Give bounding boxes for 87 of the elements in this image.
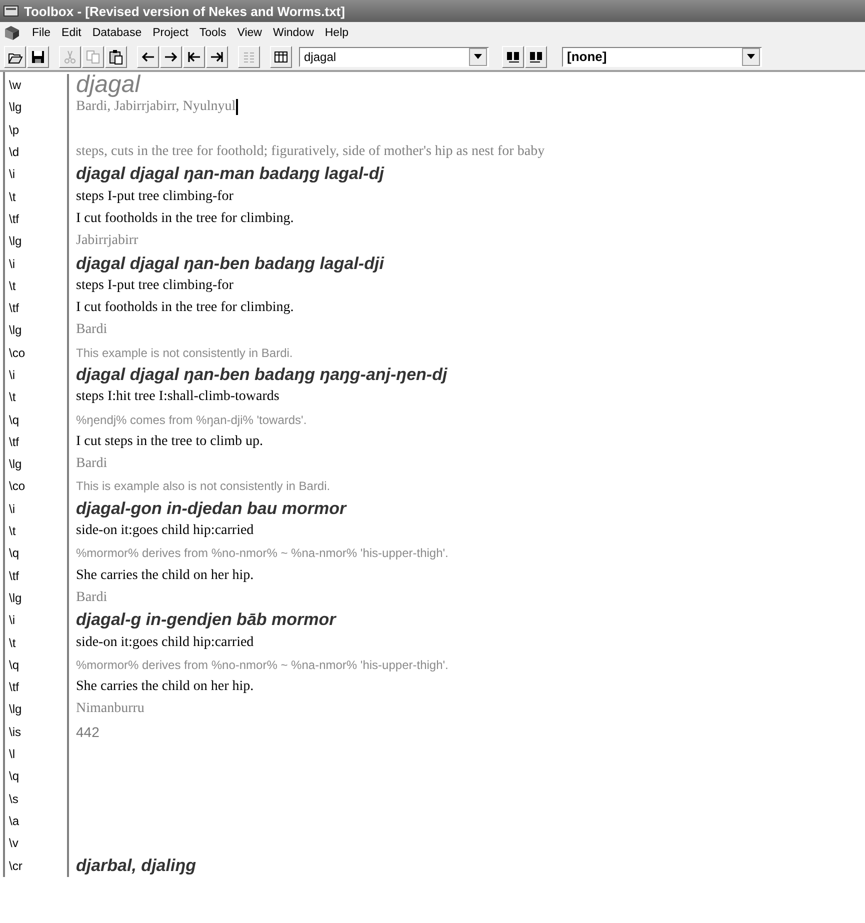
window-title: Toolbox - [Revised version of Nekes and Worms.txt] xyxy=(24,4,345,18)
field-marker: \i xyxy=(8,613,15,628)
field-marker: \a xyxy=(8,814,20,828)
field-text[interactable]: djagal-gon in-djedan bau mormor xyxy=(76,498,346,519)
field-marker: \t xyxy=(8,524,16,538)
field-text[interactable]: djagal djagal ŋan-man badaŋg lagal-dj xyxy=(76,164,384,184)
record-combo[interactable]: djagal xyxy=(299,46,489,66)
field-marker: \lg xyxy=(8,100,22,114)
field-marker: \w xyxy=(8,78,21,92)
field-marker: \cr xyxy=(8,858,22,873)
field-text[interactable]: steps I-put tree climbing-for xyxy=(76,188,234,205)
field-marker: \i xyxy=(8,368,15,382)
field-marker: \q xyxy=(8,658,20,672)
field-text[interactable]: djagal xyxy=(76,71,140,100)
app-icon xyxy=(3,4,19,18)
field-text[interactable]: She carries the child on her hip. xyxy=(76,679,254,696)
field-text[interactable]: She carries the child on her hip. xyxy=(76,568,254,584)
field-marker: \t xyxy=(8,636,16,650)
menu-item[interactable]: Help xyxy=(324,26,349,38)
field-text[interactable]: Jabirrjabirr xyxy=(76,233,138,250)
field-marker: \tf xyxy=(8,434,20,449)
menu-item[interactable]: Project xyxy=(152,26,188,38)
menu-item[interactable]: Window xyxy=(272,26,314,38)
menu-item[interactable]: File xyxy=(32,26,51,38)
menu-item[interactable]: View xyxy=(237,26,262,38)
field-marker: \s xyxy=(8,792,18,806)
field-marker: \tf xyxy=(8,680,20,694)
field-marker: \tf xyxy=(8,212,20,226)
last-arrow-button[interactable] xyxy=(206,46,228,68)
scissors-icon xyxy=(62,48,78,64)
field-text[interactable]: I cut footholds in the tree for climbing. xyxy=(76,210,294,227)
field-marker: \d xyxy=(8,145,20,160)
field-text[interactable]: djagal-g in-gendjen bāb mormor xyxy=(76,610,336,630)
copy-icon xyxy=(85,48,101,64)
field-text[interactable]: I cut footholds in the tree for climbing. xyxy=(76,300,294,316)
field-text[interactable]: djagal djagal ŋan-ben badaŋg lagal-dji xyxy=(76,254,384,274)
field-marker: \t xyxy=(8,390,16,404)
field-marker: \p xyxy=(8,122,20,137)
field-text[interactable]: Bardi xyxy=(76,322,108,338)
field-text[interactable]: djarbal, djaliŋg xyxy=(76,856,196,876)
field-text[interactable]: Bardi, Jabirrjabirr, Nyulnyul xyxy=(76,99,238,116)
find-next-button[interactable] xyxy=(502,46,524,68)
field-marker: \lg xyxy=(8,234,22,248)
field-text[interactable]: Bardi xyxy=(76,456,108,472)
field-marker: \q xyxy=(8,546,20,560)
table-icon xyxy=(273,48,289,64)
field-marker: \lg xyxy=(8,457,22,472)
field-text[interactable]: steps I:hit tree I:shall-climb-towards xyxy=(76,389,280,406)
field-marker: \lg xyxy=(8,323,22,338)
field-marker: \co xyxy=(8,479,26,494)
field-marker: \lg xyxy=(8,590,22,605)
first-arrow-button[interactable] xyxy=(183,46,205,68)
field-marker: \q xyxy=(8,769,20,784)
filter-combo[interactable]: [none] xyxy=(562,46,762,66)
left-arrow-button[interactable] xyxy=(137,46,159,68)
find-previous-button[interactable] xyxy=(525,46,547,68)
table-button[interactable] xyxy=(270,46,292,68)
field-text[interactable]: I cut steps in the tree to climb up. xyxy=(76,434,264,450)
field-text[interactable]: side-on it:goes child hip:carried xyxy=(76,523,254,540)
right-arrow-button[interactable] xyxy=(160,46,182,68)
field-marker: \lg xyxy=(8,702,22,716)
save-disk-button[interactable] xyxy=(27,46,49,68)
field-marker: \q xyxy=(8,412,20,427)
field-text[interactable]: steps I-put tree climbing-for xyxy=(76,278,234,294)
field-marker: \t xyxy=(8,190,16,204)
open-folder-button[interactable] xyxy=(4,46,26,68)
field-marker: \v xyxy=(8,836,18,850)
field-marker: \i xyxy=(8,502,15,516)
field-marker: \co xyxy=(8,346,26,360)
clipboard-button[interactable] xyxy=(105,46,127,68)
menu-item[interactable]: Database xyxy=(92,26,142,38)
field-marker: \tf xyxy=(8,301,20,316)
field-text[interactable]: side-on it:goes child hip:carried xyxy=(76,634,254,651)
field-text[interactable]: Bardi xyxy=(76,590,108,606)
field-marker: \t xyxy=(8,278,16,293)
clipboard-icon xyxy=(108,48,124,64)
field-text[interactable]: steps, cuts in the tree for foothold; figuratively, side of mother's hip as nest for baby xyxy=(76,144,545,160)
field-marker: \i xyxy=(8,256,15,271)
menu-item[interactable]: Tools xyxy=(199,26,226,38)
field-marker: \is xyxy=(8,724,21,739)
menu-item[interactable]: Edit xyxy=(62,26,82,38)
field-marker: \l xyxy=(8,747,15,762)
field-text[interactable]: 442 xyxy=(76,724,100,740)
field-text[interactable]: djagal djagal ŋan-ben badaŋg ŋaŋg-anj-ŋen-dj xyxy=(76,365,448,385)
field-marker: \i xyxy=(8,167,15,182)
field-marker: \tf xyxy=(8,568,20,583)
field-text[interactable]: Nimanburru xyxy=(76,701,144,718)
